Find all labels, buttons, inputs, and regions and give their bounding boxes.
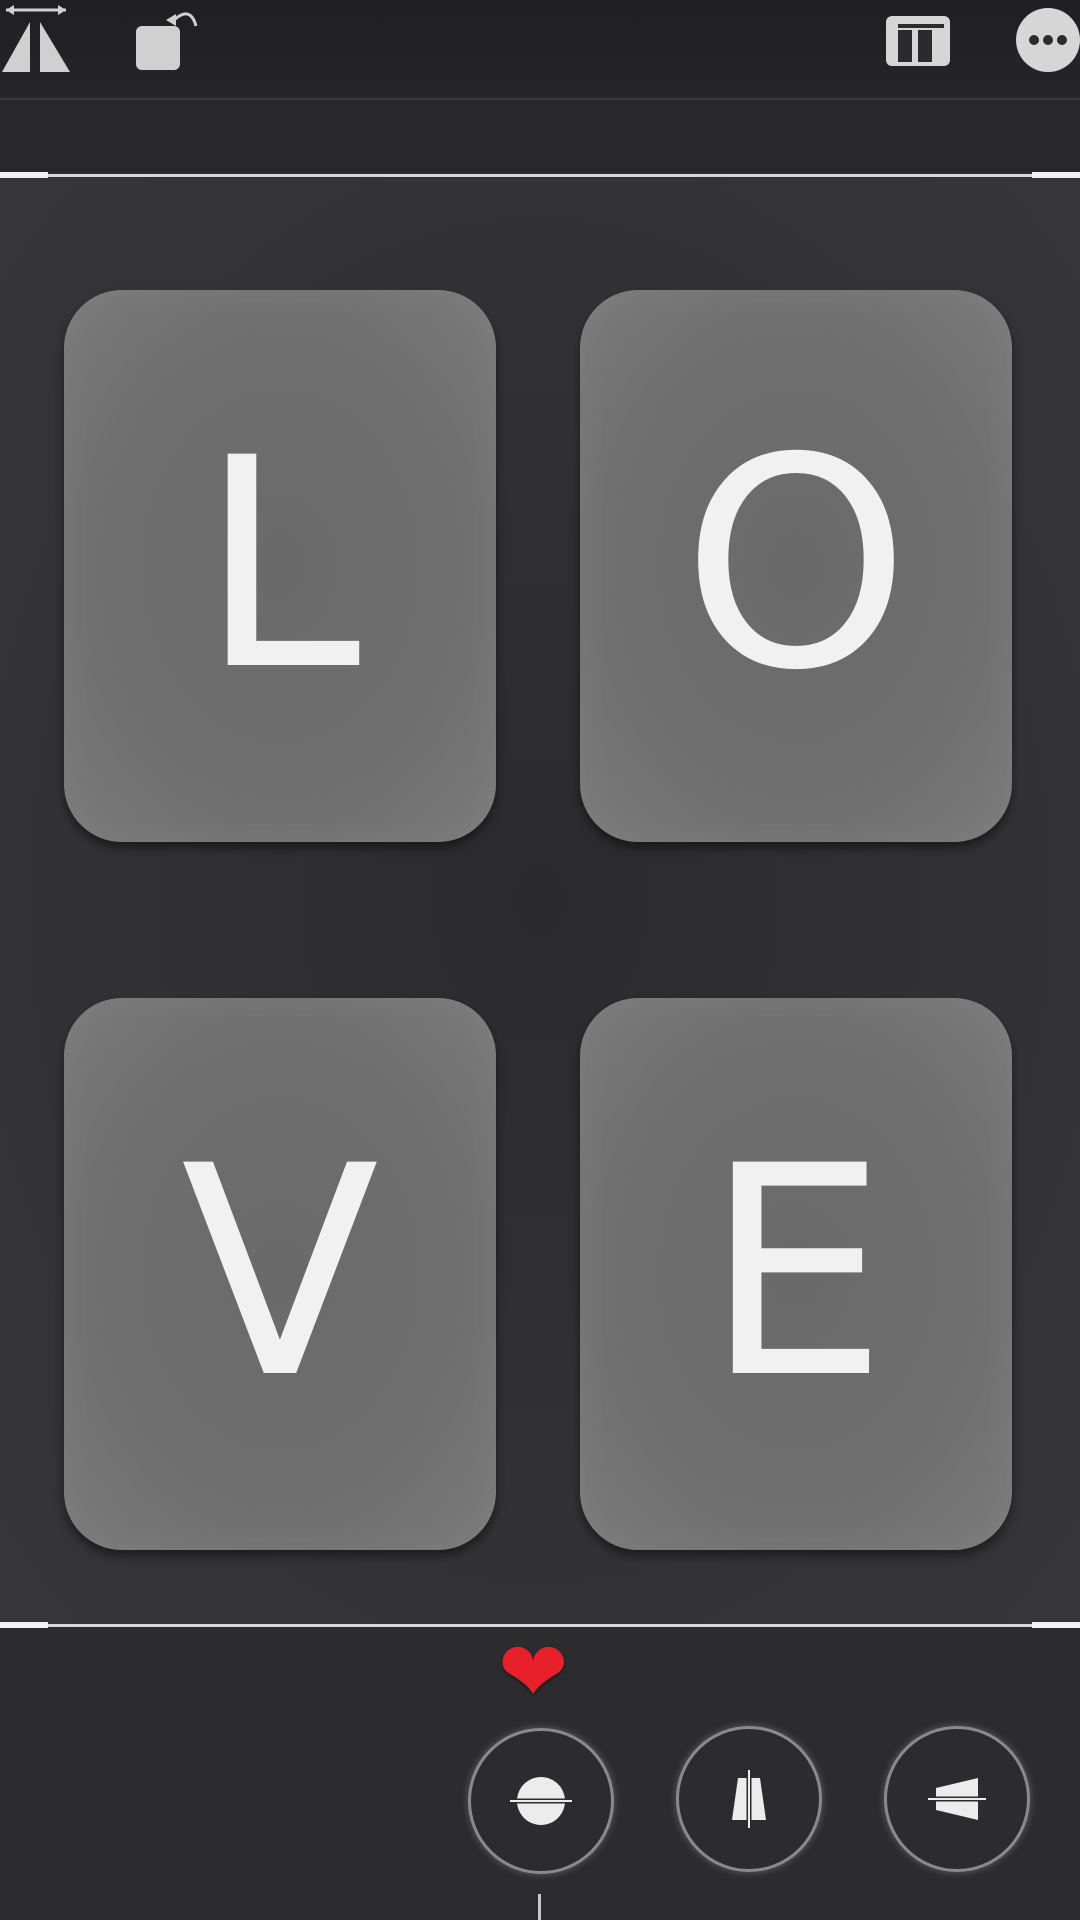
tile-letter: V (180, 1105, 380, 1442)
tile-letter: O (681, 397, 911, 734)
more-options-icon[interactable] (1012, 4, 1080, 76)
sub-toolbar (0, 100, 1080, 172)
letter-tile-o: O (580, 290, 1012, 842)
photo-editor-screen: L O V E ❤ (0, 0, 1080, 1920)
crop-frame-top[interactable] (0, 174, 1080, 177)
top-toolbar (0, 0, 1080, 100)
selection-indicator (538, 1894, 541, 1920)
rotate-icon[interactable] (130, 0, 210, 80)
straighten-icon (510, 1777, 572, 1825)
aspect-ratio-icon[interactable] (880, 8, 960, 78)
letter-tile-l: L (64, 290, 496, 842)
letter-tile-v: V (64, 998, 496, 1550)
tile-letter: E (704, 1105, 888, 1442)
letter-tile-e: E (580, 998, 1012, 1550)
horizontal-perspective-button[interactable] (884, 1726, 1030, 1872)
heart-sticker: ❤ (498, 1625, 569, 1719)
straighten-button[interactable] (468, 1728, 614, 1874)
photo-canvas[interactable]: L O V E (0, 178, 1080, 1624)
horizontal-perspective-icon (928, 1778, 986, 1820)
tile-letter: L (199, 397, 361, 734)
vertical-perspective-button[interactable] (676, 1726, 822, 1872)
vertical-perspective-icon (732, 1770, 766, 1828)
flip-horizontal-icon[interactable] (0, 0, 80, 80)
